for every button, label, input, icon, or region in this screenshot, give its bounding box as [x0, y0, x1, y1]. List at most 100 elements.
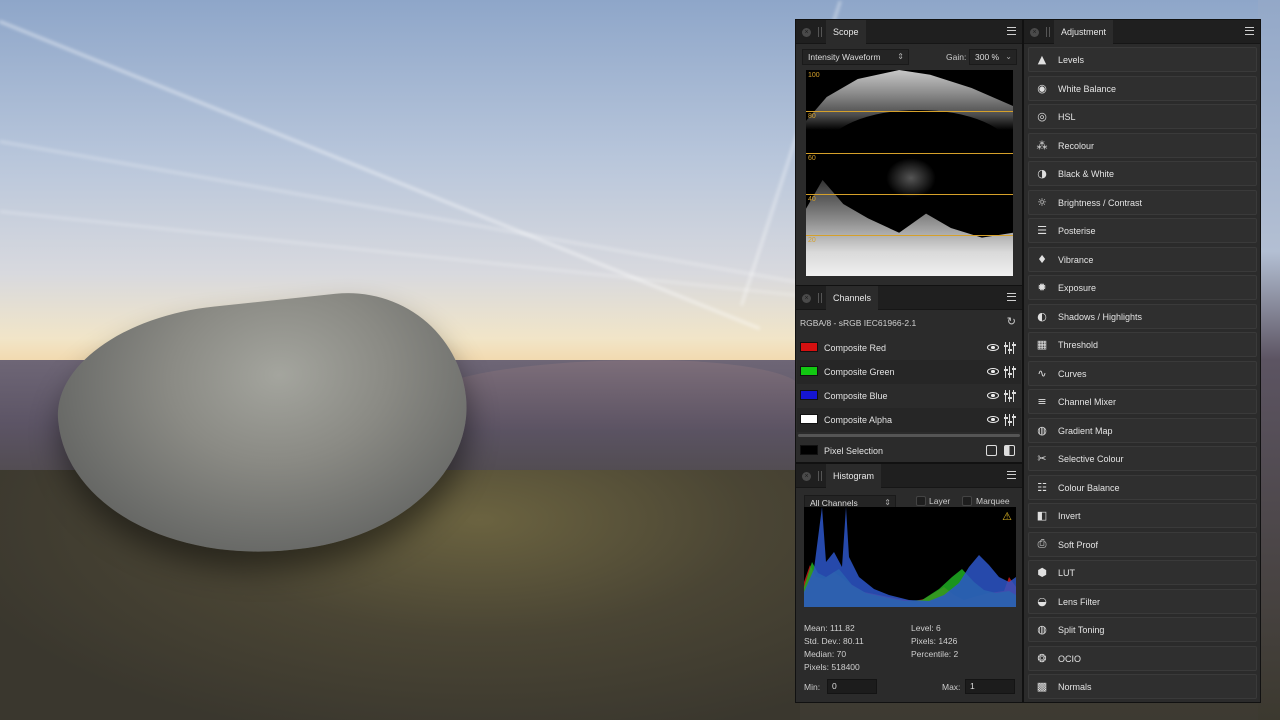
channel-row-green[interactable]: Composite Green: [797, 360, 1021, 384]
scale-label: 20: [808, 237, 816, 244]
scope-mode-value: Intensity Waveform: [808, 52, 881, 62]
scope-mode-select[interactable]: Intensity Waveform ⇕: [802, 49, 909, 65]
adjustment-label: Exposure: [1058, 283, 1097, 293]
adjustment-item[interactable]: ☰ Posterise: [1028, 218, 1257, 243]
pixels-value: Pixels: 518400: [804, 662, 860, 672]
marquee-checkbox[interactable]: [962, 496, 972, 506]
warning-triangle-icon: ⚠: [1002, 510, 1012, 523]
scope-tabbar: × Scope: [796, 20, 1022, 44]
curves-icon: ∿: [1037, 366, 1047, 380]
adjustment-label: Vibrance: [1058, 254, 1094, 265]
eye-icon[interactable]: [987, 344, 999, 351]
adjustment-item[interactable]: ▦ Threshold: [1028, 332, 1257, 357]
adjustment-item[interactable]: ✂ Selective Colour: [1028, 446, 1257, 471]
channels-panel: × Channels RGBA/8 - sRGB IEC61966-2.1 ↻ …: [795, 285, 1023, 463]
adjustment-item[interactable]: ☼ Brightness / Contrast: [1028, 189, 1257, 215]
adjustment-item[interactable]: ☷ Colour Balance: [1028, 474, 1257, 500]
adjustment-label: Soft Proof: [1058, 539, 1099, 550]
channel-row-blue[interactable]: Composite Blue: [797, 384, 1021, 408]
median-value: Median: 70: [804, 649, 847, 659]
scale-line-60: [806, 153, 1013, 154]
grip-icon[interactable]: [1046, 27, 1050, 37]
waveform-mid: [886, 158, 936, 198]
adjustment-item[interactable]: ◑ Black & White: [1028, 161, 1257, 186]
adjustment-item[interactable]: ◍ Split Toning: [1028, 617, 1257, 642]
photo-edge: [1258, 0, 1280, 720]
panel-menu-icon[interactable]: [1007, 27, 1016, 35]
adjustment-item[interactable]: ⁂ Recolour: [1028, 132, 1257, 158]
grip-icon[interactable]: [818, 471, 822, 481]
close-icon[interactable]: ×: [1030, 28, 1039, 37]
panel-menu-icon[interactable]: [1007, 293, 1016, 301]
adjustment-item[interactable]: ◉ White Balance: [1028, 75, 1257, 101]
tab-channels[interactable]: Channels: [826, 286, 879, 310]
grip-icon[interactable]: [818, 293, 822, 303]
gain-label: Gain:: [946, 52, 967, 62]
sliders-icon[interactable]: [1003, 414, 1016, 426]
adjustment-item[interactable]: ≡ Channel Mixer: [1028, 389, 1257, 414]
gain-select[interactable]: 300 % ⌄: [969, 49, 1017, 65]
sliders-icon[interactable]: [1003, 390, 1016, 402]
percentile-value: Percentile: 2: [911, 649, 959, 659]
adjustment-item[interactable]: ⎙ Soft Proof: [1028, 531, 1257, 557]
adjustment-label: Recolour: [1058, 140, 1095, 151]
min-label: Min:: [804, 682, 821, 692]
adjustment-label: Threshold: [1058, 340, 1099, 350]
close-icon[interactable]: ×: [802, 472, 811, 481]
hsl-icon: ◎: [1037, 110, 1047, 123]
mask-icon[interactable]: [986, 445, 997, 456]
scale-label: 40: [808, 196, 816, 203]
levels-icon: ▲: [1037, 53, 1047, 66]
adjustment-item[interactable]: ⬢ LUT: [1028, 560, 1257, 585]
tab-histogram[interactable]: Histogram: [826, 464, 882, 488]
channel-row-red[interactable]: Composite Red: [797, 336, 1021, 360]
adjustment-item[interactable]: ◍ Gradient Map: [1028, 417, 1257, 443]
adjustment-label: HSL: [1058, 112, 1076, 122]
adjustment-item[interactable]: ❂ OCIO: [1028, 645, 1257, 671]
histogram-graph[interactable]: ⚠: [804, 507, 1016, 607]
eye-icon[interactable]: [987, 392, 999, 399]
shadows-highlights-icon: ◐: [1037, 309, 1047, 323]
max-label: Max:: [942, 682, 961, 692]
channel-row-alpha[interactable]: Composite Alpha: [797, 408, 1021, 432]
layer-checkbox[interactable]: [916, 496, 926, 506]
recolour-icon: ⁂: [1036, 138, 1048, 152]
eye-icon[interactable]: [987, 368, 999, 375]
close-icon[interactable]: ×: [802, 28, 811, 37]
max-input[interactable]: 1: [965, 679, 1015, 694]
grip-icon[interactable]: [818, 27, 822, 37]
adjustment-item[interactable]: ◧ Invert: [1028, 503, 1257, 528]
gain-value: 300 %: [975, 52, 1000, 62]
channel-label: Composite Blue: [824, 391, 888, 401]
eye-icon[interactable]: [987, 416, 999, 423]
threshold-icon: ▦: [1036, 338, 1048, 351]
adjustment-item[interactable]: ▲ Levels: [1028, 47, 1257, 72]
level-pixels-value: Pixels: 1426: [911, 636, 958, 646]
mean-value: Mean: 111.82: [804, 623, 855, 633]
sliders-icon[interactable]: [1003, 366, 1016, 378]
panel-menu-icon[interactable]: [1007, 471, 1016, 479]
adjustment-item[interactable]: ◐ Shadows / Highlights: [1028, 303, 1257, 329]
adjustment-item[interactable]: ◎ HSL: [1028, 104, 1257, 129]
level-value: Level: 6: [911, 623, 941, 633]
tab-scope[interactable]: Scope: [826, 20, 866, 44]
refresh-icon[interactable]: ↻: [1007, 315, 1016, 328]
lens-filter-icon: ◒: [1037, 594, 1047, 608]
scrollbar[interactable]: [798, 434, 1020, 437]
normals-icon: ▩: [1036, 680, 1048, 693]
adjustment-item[interactable]: ♦ Vibrance: [1028, 246, 1257, 272]
adjustment-item[interactable]: ▩ Normals: [1028, 674, 1257, 699]
colour-balance-icon: ☷: [1037, 480, 1047, 494]
pixel-selection-label: Pixel Selection: [824, 446, 884, 456]
adjustment-item[interactable]: ∿ Curves: [1028, 360, 1257, 386]
channel-swatch: [800, 445, 818, 455]
tab-adjustment[interactable]: Adjustment: [1054, 20, 1114, 44]
min-input[interactable]: 0: [827, 679, 877, 694]
panel-menu-icon[interactable]: [1245, 27, 1254, 35]
adjustment-item[interactable]: ◒ Lens Filter: [1028, 588, 1257, 614]
adjustment-item[interactable]: ✹ Exposure: [1028, 275, 1257, 300]
close-icon[interactable]: ×: [802, 294, 811, 303]
invert-mask-icon[interactable]: [1004, 445, 1015, 456]
sliders-icon[interactable]: [1003, 342, 1016, 354]
pixel-selection-row[interactable]: Pixel Selection: [797, 439, 1021, 463]
